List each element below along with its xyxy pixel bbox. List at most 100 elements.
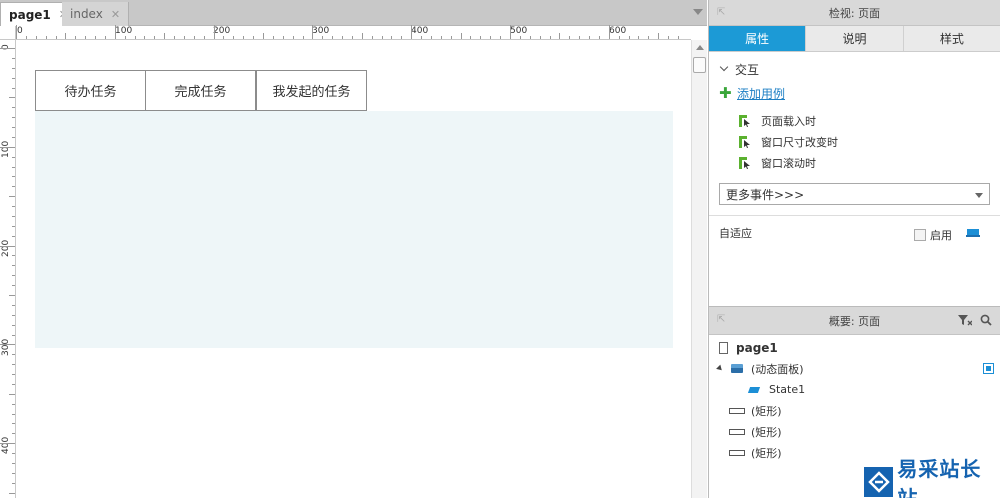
ruler-tick bbox=[352, 36, 353, 39]
outline-state-row[interactable]: State1 bbox=[709, 379, 1000, 400]
ruler-tick bbox=[65, 33, 66, 39]
ruler-tick bbox=[510, 25, 511, 39]
ruler-tick bbox=[115, 25, 116, 39]
vertical-scrollbar[interactable] bbox=[691, 40, 707, 498]
ruler-tick bbox=[382, 36, 383, 39]
ruler-tick bbox=[431, 36, 432, 39]
chevron-down-icon bbox=[975, 193, 983, 198]
ruler-tick bbox=[95, 36, 96, 39]
filter-icon[interactable] bbox=[958, 314, 972, 326]
ruler-tick bbox=[12, 117, 15, 118]
ruler-tick bbox=[56, 36, 57, 39]
ruler-label: 200 bbox=[1, 239, 11, 257]
adaptive-enable[interactable]: 启用 bbox=[914, 227, 952, 243]
ruler-tick bbox=[619, 36, 620, 39]
watermark: 易采站长站 bbox=[864, 457, 1000, 498]
ruler-tick bbox=[470, 36, 471, 39]
scroll-up-icon[interactable] bbox=[696, 45, 704, 50]
inspector-tabs: 属性 说明 样式 bbox=[709, 26, 1000, 52]
panel-visibility-icon[interactable] bbox=[983, 363, 994, 374]
ruler-tick bbox=[12, 176, 15, 177]
nav-button-pending-tasks[interactable]: 待办任务 bbox=[35, 70, 146, 111]
ruler-tick bbox=[12, 107, 15, 108]
tab-style[interactable]: 样式 bbox=[903, 26, 1000, 51]
ruler-tick bbox=[12, 58, 15, 59]
scrollbar-thumb[interactable] bbox=[693, 57, 706, 73]
event-page-load[interactable]: 页面载入时 bbox=[719, 110, 990, 131]
adaptive-views-icon[interactable] bbox=[966, 228, 980, 238]
outline-rect-row[interactable]: (矩形) bbox=[709, 400, 1000, 421]
tab-properties[interactable]: 属性 bbox=[709, 26, 807, 51]
design-canvas[interactable]: 待办任务 完成任务 我发起的任务 bbox=[17, 41, 691, 498]
event-label: 页面载入时 bbox=[761, 114, 816, 128]
state-label: State1 bbox=[769, 383, 806, 396]
ruler-tick bbox=[12, 433, 15, 434]
ruler-tick bbox=[12, 275, 15, 276]
ruler-tick bbox=[12, 137, 15, 138]
search-icon[interactable] bbox=[980, 314, 992, 326]
ruler-tick bbox=[12, 335, 15, 336]
dynamic-panel-icon bbox=[731, 364, 743, 373]
ruler-tick bbox=[12, 186, 15, 187]
more-events-dropdown[interactable]: 更多事件>>> bbox=[719, 183, 990, 205]
ruler-tick bbox=[658, 33, 659, 39]
collapse-icon[interactable]: ⇱ bbox=[717, 314, 725, 325]
inspector-title: 检视: 页面 bbox=[828, 6, 881, 20]
inspector-panel: ⇱ 检视: 页面 属性 说明 样式 交互 ✚ 添加用例 页面载入时 窗口尺寸改变… bbox=[708, 0, 1000, 306]
interaction-header[interactable]: 交互 bbox=[719, 58, 990, 80]
dynamic-panel-content[interactable] bbox=[35, 111, 673, 348]
outline-tools bbox=[958, 314, 992, 326]
interaction-title: 交互 bbox=[735, 62, 760, 77]
collapse-icon[interactable]: ⇱ bbox=[717, 7, 725, 18]
ruler-tick bbox=[559, 33, 560, 39]
ruler-tick bbox=[12, 127, 15, 128]
ruler-tick bbox=[668, 36, 669, 39]
ruler-tick bbox=[46, 36, 47, 39]
ruler-tick bbox=[26, 36, 27, 39]
tab-list-dropdown-icon[interactable] bbox=[693, 9, 703, 15]
ruler-tick bbox=[411, 25, 412, 39]
horizontal-ruler: 0 100 200 300 400 500 600 bbox=[16, 25, 691, 40]
ruler-tick bbox=[125, 36, 126, 39]
rectangle-icon bbox=[729, 407, 745, 414]
ruler-tick bbox=[75, 36, 76, 39]
ruler-tick bbox=[678, 36, 679, 39]
rectangle-icon bbox=[729, 449, 745, 456]
event-window-scroll[interactable]: 窗口滚动时 bbox=[719, 152, 990, 173]
tab-index[interactable]: index ✕ bbox=[62, 2, 130, 26]
ruler-tick bbox=[85, 36, 86, 39]
add-case-link[interactable]: 添加用例 bbox=[737, 85, 785, 102]
ruler-tick bbox=[12, 265, 15, 266]
ruler-label: 100 bbox=[1, 140, 11, 158]
add-case-row[interactable]: ✚ 添加用例 bbox=[719, 82, 990, 104]
ruler-tick bbox=[638, 36, 639, 39]
ruler-tick bbox=[332, 36, 333, 39]
outline-page-row[interactable]: page1 bbox=[709, 337, 1000, 358]
ruler-label: 200 bbox=[213, 26, 231, 36]
ruler-tick bbox=[12, 68, 15, 69]
ruler-tick bbox=[520, 36, 521, 39]
ruler-tick bbox=[421, 36, 422, 39]
nav-button-completed-tasks[interactable]: 完成任务 bbox=[145, 70, 256, 111]
tab-label: page1 bbox=[9, 7, 51, 22]
adaptive-label: 自适应 bbox=[719, 227, 752, 240]
close-icon[interactable]: ✕ bbox=[111, 8, 120, 21]
ruler-label: 300 bbox=[312, 26, 330, 36]
ruler-corner bbox=[0, 26, 16, 40]
expand-triangle-icon[interactable] bbox=[716, 364, 724, 373]
interaction-section: 交互 ✚ 添加用例 页面载入时 窗口尺寸改变时 窗口滚动时 更多事件>>> 自适… bbox=[709, 58, 1000, 250]
outline-rect-row[interactable]: (矩形) bbox=[709, 421, 1000, 442]
enable-checkbox[interactable] bbox=[914, 229, 926, 241]
ruler-tick bbox=[9, 394, 15, 395]
outline-dynamic-panel-row[interactable]: (动态面板) bbox=[709, 358, 1000, 379]
outline-header: ⇱ 概要: 页面 bbox=[709, 307, 1000, 335]
ruler-tick bbox=[461, 33, 462, 39]
ruler-tick bbox=[144, 36, 145, 39]
ruler-tick bbox=[214, 25, 215, 39]
nav-button-my-initiated-tasks[interactable]: 我发起的任务 bbox=[256, 70, 367, 111]
tab-notes[interactable]: 说明 bbox=[806, 26, 904, 51]
ruler-tick bbox=[12, 305, 15, 306]
ruler-tick bbox=[12, 374, 15, 375]
event-window-resize[interactable]: 窗口尺寸改变时 bbox=[719, 131, 990, 152]
ruler-tick bbox=[372, 36, 373, 39]
